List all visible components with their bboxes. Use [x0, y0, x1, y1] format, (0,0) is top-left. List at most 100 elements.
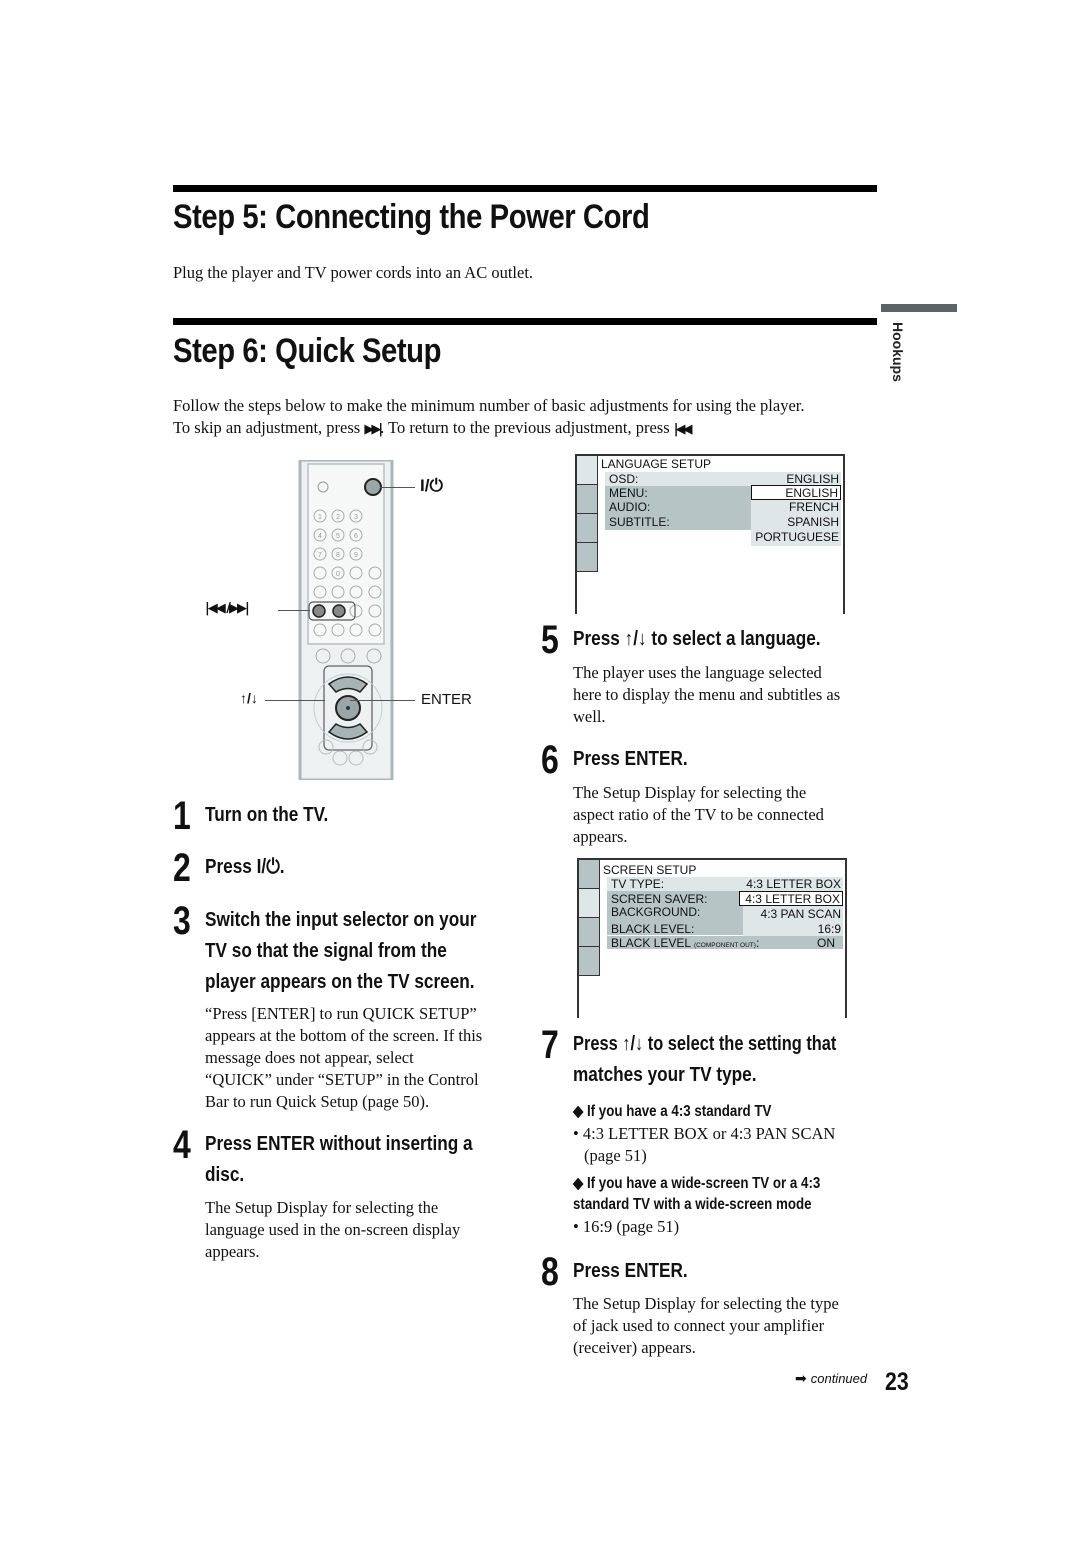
osd-label: MENU: — [609, 486, 648, 500]
intro-text-a: To skip an adjustment, press — [173, 418, 365, 437]
skip-buttons-label: |◀◀ /▶▶| — [205, 601, 250, 616]
osd-row-tv-type: TV TYPE: 4:3 LETTER BOX — [607, 877, 843, 891]
step-number: 1 — [173, 794, 191, 838]
osd-label: AUDIO: — [609, 500, 651, 514]
power-leader-line — [380, 487, 415, 488]
step-number: 6 — [541, 738, 559, 782]
continued-label: continued — [810, 1371, 868, 1386]
osd-label: SUBTITLE: — [609, 515, 670, 529]
enter-leader-line — [350, 700, 415, 701]
svg-text:8: 8 — [336, 552, 340, 559]
enter-button-label: ENTER — [421, 691, 472, 708]
svg-text:7: 7 — [318, 552, 322, 559]
osd-value: ON — [817, 936, 835, 950]
step-desc-line: language used in the on-screen display — [205, 1220, 461, 1239]
osd-row-black-level: BLACK LEVEL: 16:9 — [607, 922, 843, 936]
page-number: 23 — [885, 1368, 909, 1396]
step-desc-line: “QUICK” under “SETUP” in the Control — [205, 1070, 479, 1089]
svg-text:9: 9 — [354, 552, 358, 559]
step-desc-line: “Press [ENTER] to run QUICK SETUP” — [205, 1004, 477, 1023]
sub-heading-standard-tv: ◆ If you have a 4:3 standard TV — [573, 1103, 772, 1120]
updown-leader-line — [265, 700, 325, 701]
bullet-line: • 16:9 (page 51) — [573, 1217, 680, 1236]
step-title-line: disc. — [205, 1164, 245, 1186]
skip-leader-line — [278, 610, 310, 611]
osd-label-small: (COMPONENT OUT) — [693, 942, 756, 949]
osd-row-black-level-component: BLACK LEVEL (COMPONENT OUT): ON — [607, 936, 843, 950]
language-setup-screen: LANGUAGE SETUP OSD: ENGLISH MENU: ENGLIS… — [575, 454, 845, 614]
svg-text:1: 1 — [318, 514, 322, 521]
osd-option[interactable]: SPANISH — [751, 515, 841, 529]
step-desc-line: appears at the bottom of the screen. If … — [205, 1026, 483, 1045]
osd-row-background: BACKGROUND: 4:3 PAN SCAN — [607, 905, 843, 921]
osd-label: BACKGROUND: — [611, 905, 701, 919]
step-number: 7 — [541, 1023, 559, 1067]
section-6-intro-line1: Follow the steps below to make the minim… — [173, 396, 805, 415]
osd-tab — [579, 889, 600, 918]
osd-selected-option[interactable]: ENGLISH — [751, 485, 841, 500]
step-title: Press ENTER. — [573, 748, 688, 770]
continued-indicator: ➡ continued — [795, 1370, 867, 1388]
screen-setup-screen: SCREEN SETUP TV TYPE: 4:3 LETTER BOX SCR… — [577, 858, 847, 1018]
osd-row-subtitle: SUBTITLE: SPANISH — [605, 515, 841, 529]
step-desc-line: appears. — [205, 1242, 260, 1261]
osd-row-menu[interactable]: MENU: ENGLISH — [605, 485, 841, 500]
next-skip-icon: ▶▶| — [364, 422, 383, 437]
step-title: Press ENTER. — [573, 1260, 688, 1282]
step-desc-line: here to display the menu and subtitles a… — [573, 685, 841, 704]
section-5-title: Step 5: Connecting the Power Cord — [173, 198, 650, 236]
osd-tab — [579, 860, 600, 889]
step-desc-line: The Setup Display for selecting the — [573, 783, 807, 802]
remote-control-illustration: 1 2 3 4 5 6 7 8 9 0 — [298, 458, 394, 782]
osd-label: SCREEN SAVER: — [611, 892, 708, 906]
sub-heading-wide-tv-line: ◆ If you have a wide-screen TV or a 4:3 — [573, 1175, 821, 1192]
osd-tab — [577, 456, 598, 485]
step-desc-line: The player uses the language selected — [573, 663, 822, 682]
step-desc-line: The Setup Display for selecting the — [205, 1198, 439, 1217]
intro-text-c: . — [689, 418, 694, 437]
osd-value: ENGLISH — [786, 472, 839, 486]
step-title: Turn on the TV. — [205, 804, 329, 826]
osd-label-main: BLACK LEVEL — [611, 936, 691, 950]
osd-value: 4:3 LETTER BOX — [746, 877, 841, 891]
step-title-line: player appears on the TV screen. — [205, 971, 475, 993]
sub-heading-wide-tv-line: standard TV with a wide-screen mode — [573, 1196, 812, 1213]
svg-text:3: 3 — [354, 514, 358, 521]
osd-row-osd: OSD: ENGLISH — [605, 472, 841, 486]
osd-title: LANGUAGE SETUP — [601, 457, 712, 471]
remote-body-icon: 1 2 3 4 5 6 7 8 9 0 — [298, 458, 394, 782]
side-tab-bar — [881, 304, 957, 312]
osd-option[interactable]: PORTUGUESE — [751, 530, 841, 544]
osd-option[interactable]: 4:3 PAN SCAN — [743, 907, 843, 921]
svg-text:6: 6 — [354, 533, 358, 540]
step-desc-line: appears. — [573, 827, 628, 846]
osd-selected-option[interactable]: 4:3 LETTER BOX — [739, 891, 843, 906]
step-desc-line: of jack used to connect your amplifier — [573, 1316, 825, 1335]
step-number: 3 — [173, 899, 191, 943]
svg-text:5: 5 — [336, 533, 340, 540]
osd-title: SCREEN SETUP — [603, 863, 697, 877]
intro-text-b: . To return to the previous adjustment, … — [380, 418, 674, 437]
power-button-label: I/⏻ — [420, 476, 443, 495]
section-rule — [173, 318, 877, 325]
step-title-line: matches your TV type. — [573, 1064, 757, 1086]
osd-option[interactable]: FRENCH — [751, 500, 841, 514]
step-title-line: TV so that the signal from the — [205, 940, 447, 962]
osd-tab — [577, 514, 598, 543]
osd-tabs — [579, 860, 600, 976]
svg-text:0: 0 — [336, 571, 340, 578]
step-desc-line: aspect ratio of the TV to be connected — [573, 805, 824, 824]
step-title-line: Press ENTER without inserting a — [205, 1133, 473, 1155]
step-desc-line: The Setup Display for selecting the type — [573, 1294, 839, 1313]
section-rule — [173, 185, 877, 192]
step-title-line: Press ↑/↓ to select the setting that — [573, 1033, 837, 1055]
updown-buttons-label: ↑/↓ — [240, 690, 258, 706]
svg-text:2: 2 — [336, 514, 340, 521]
section-6-intro-line2: To skip an adjustment, press ▶▶|. To ret… — [173, 417, 694, 441]
osd-tab — [579, 947, 600, 976]
step-desc-line: (receiver) appears. — [573, 1338, 696, 1357]
osd-option[interactable]: 16:9 — [743, 922, 843, 936]
osd-row-screen-saver[interactable]: SCREEN SAVER: 4:3 LETTER BOX — [607, 891, 843, 906]
osd-tab — [577, 543, 598, 572]
osd-tab — [579, 918, 600, 947]
